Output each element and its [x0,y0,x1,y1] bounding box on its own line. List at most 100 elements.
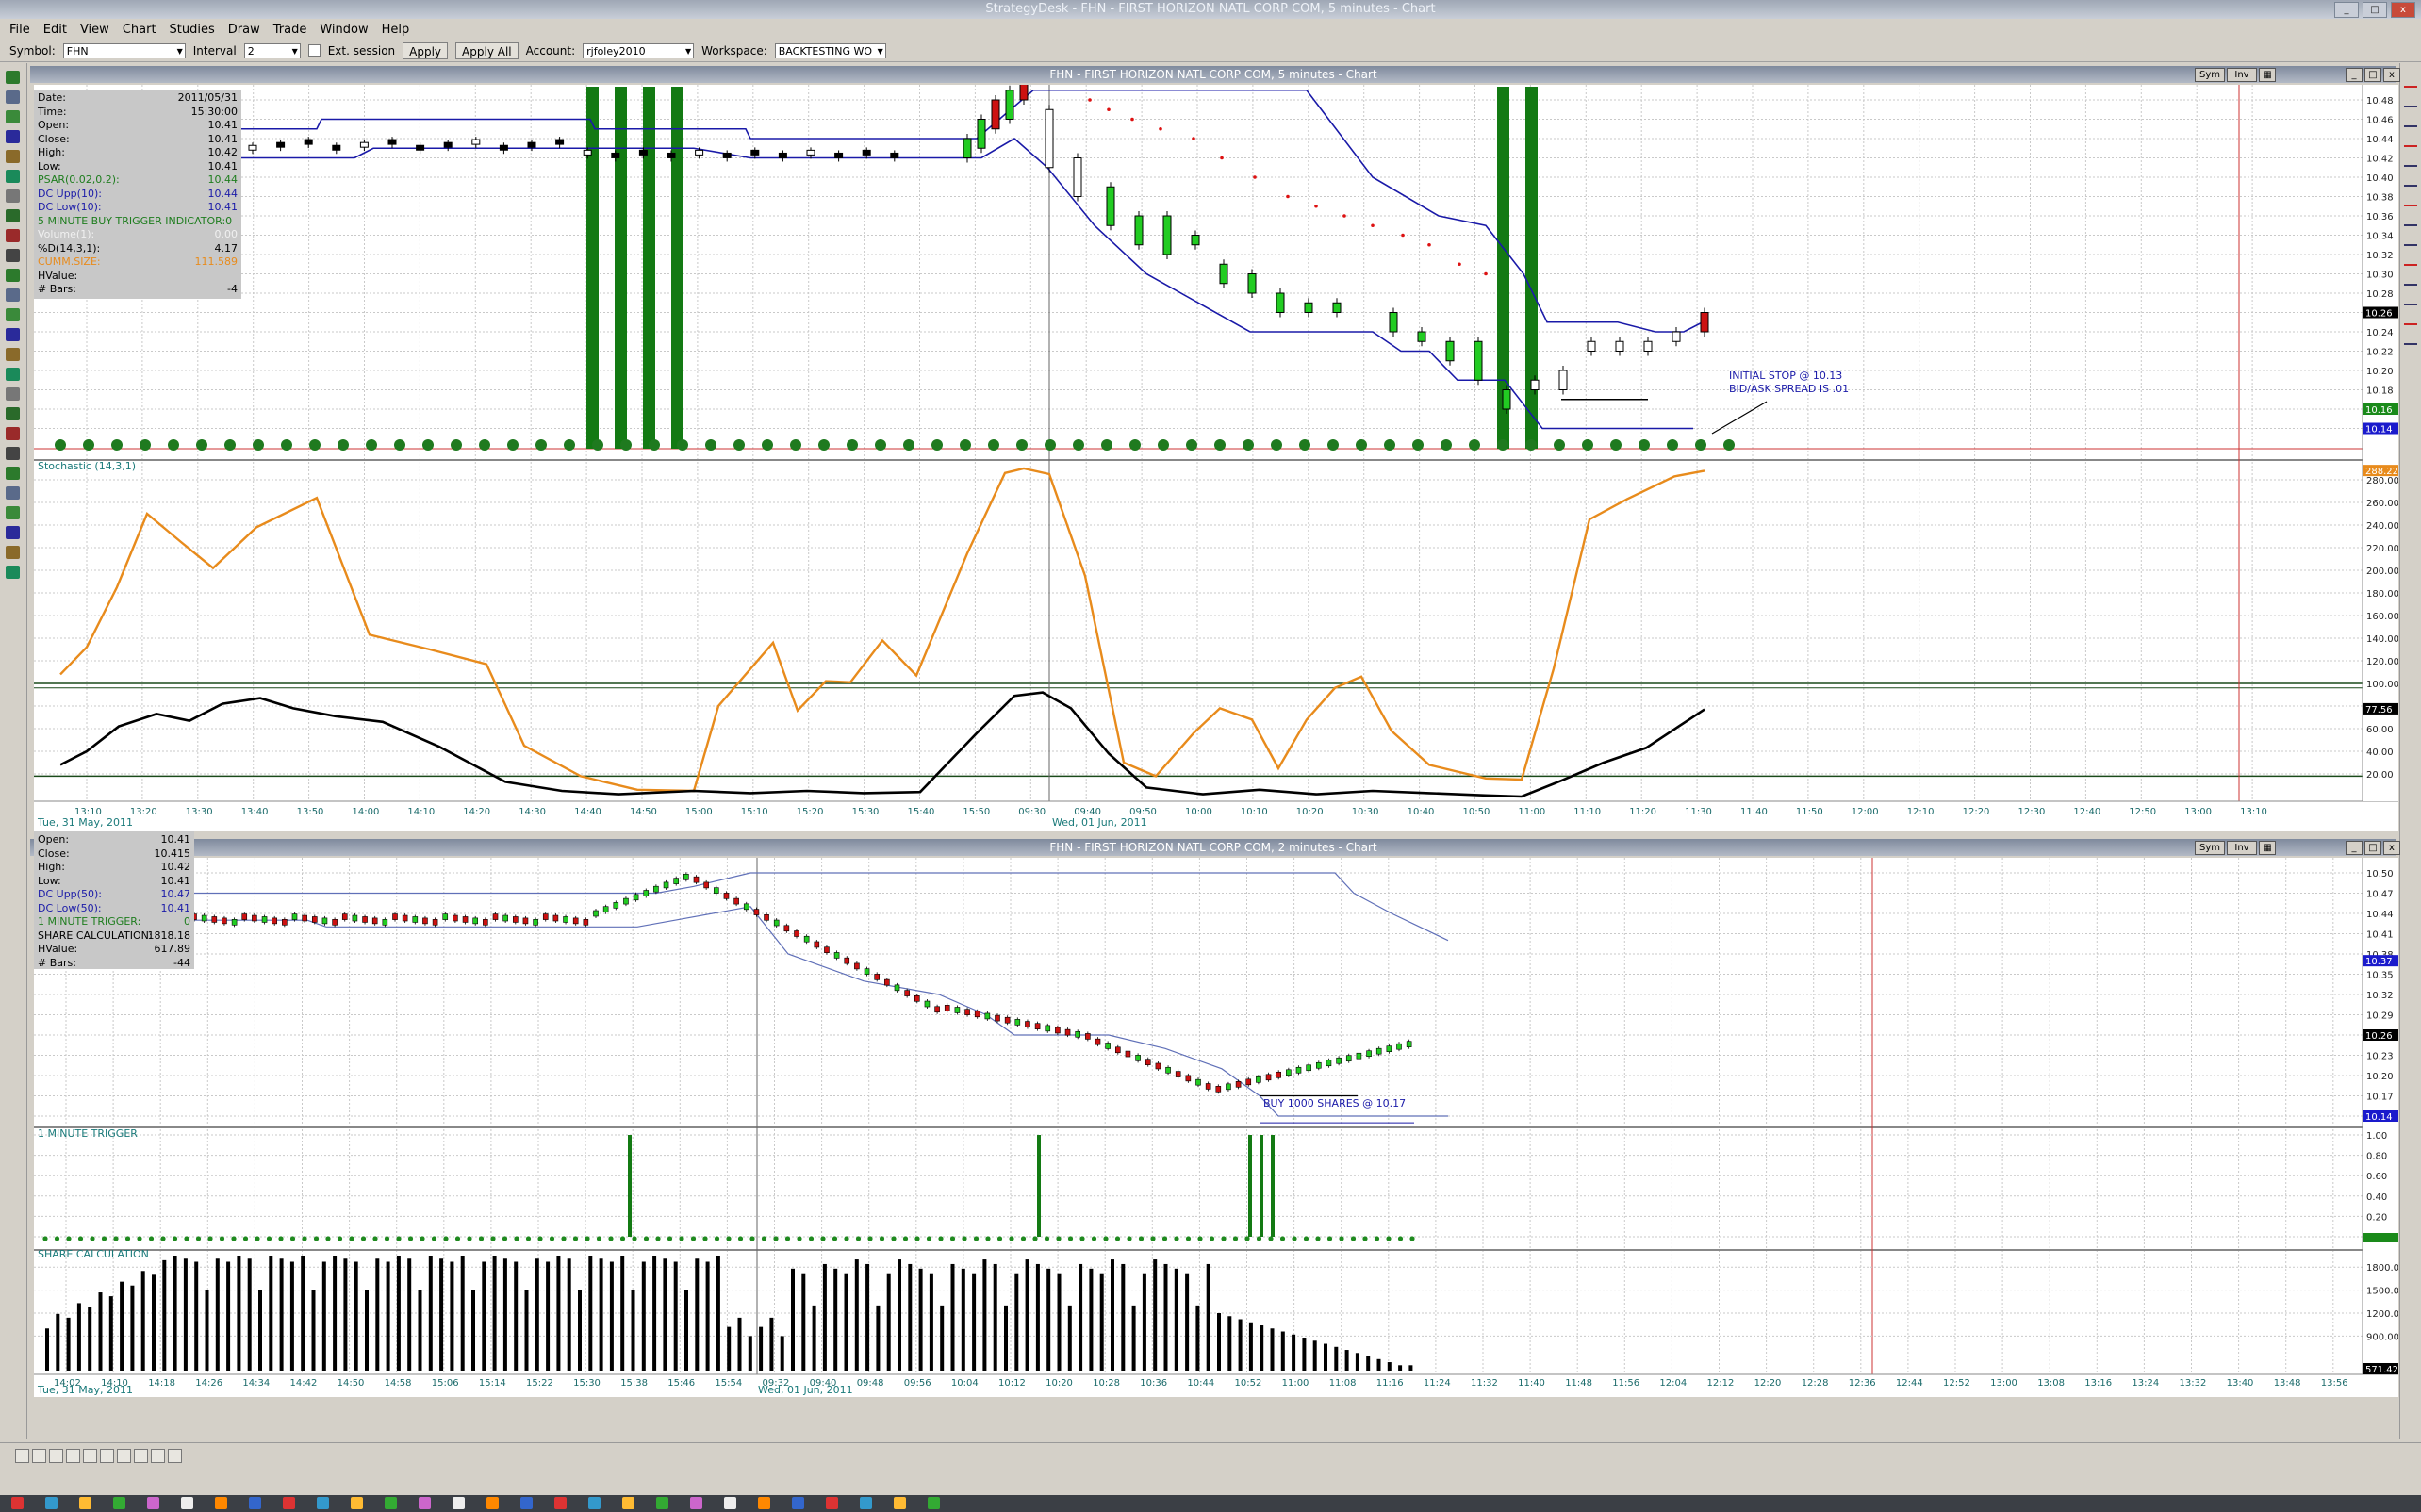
chevron-down-icon[interactable]: ▼ [878,44,883,59]
taskbar-app-icon[interactable] [351,1497,363,1509]
chart-tool-icon[interactable] [2404,292,2417,305]
chart1-close-button[interactable]: x [2383,68,2400,82]
drawing-tool-icon[interactable] [6,407,20,420]
taskbar-app-icon[interactable] [724,1497,736,1509]
menu-studies[interactable]: Studies [170,23,215,37]
drawing-tool-icon[interactable] [6,110,20,123]
drawing-tool-icon[interactable] [6,209,20,222]
taskbar-app-icon[interactable] [792,1497,804,1509]
maximize-button[interactable]: □ [2363,2,2387,18]
menu-view[interactable]: View [80,23,109,37]
taskbar-app-icon[interactable] [283,1497,295,1509]
drawing-tool-icon[interactable] [6,249,20,262]
chart-tool-icon[interactable] [2404,74,2417,88]
taskbar-app-icon[interactable] [588,1497,601,1509]
drawing-tool-icon[interactable] [6,229,20,242]
status-tool-icon[interactable] [49,1449,63,1463]
chart2-restore-button[interactable]: □ [2364,841,2381,855]
drawing-tool-icon[interactable] [6,150,20,163]
chart1-minimize-button[interactable]: _ [2346,68,2363,82]
workspace-select[interactable]: BACKTESTING WO ▼ [774,42,886,59]
taskbar-app-icon[interactable] [79,1497,91,1509]
apply-button[interactable]: Apply [403,41,449,59]
drawing-tool-icon[interactable] [6,348,20,361]
chart1-canvas[interactable]: 10.48 10.46 10.44 10.42 10.40 10.38 10.36 10.34… [34,85,2398,831]
drawing-tool-icon[interactable] [6,387,20,401]
drawing-tool-icon[interactable] [6,308,20,321]
taskbar-app-icon[interactable] [656,1497,668,1509]
drawing-tool-icon[interactable] [6,170,20,183]
chart1-inv-button[interactable]: Inv [2227,68,2257,82]
account-select[interactable]: rjfoley2010 ▼ [583,42,695,59]
taskbar-app-icon[interactable] [622,1497,634,1509]
menu-window[interactable]: Window [320,23,368,37]
taskbar-app-icon[interactable] [894,1497,906,1509]
taskbar-app-icon[interactable] [11,1497,24,1509]
chart-tool-icon[interactable] [2404,233,2417,246]
ext-session-checkbox[interactable] [307,44,321,57]
chevron-down-icon[interactable]: ▼ [177,44,183,59]
taskbar-app-icon[interactable] [860,1497,872,1509]
drawing-tool-icon[interactable] [6,486,20,500]
chart1-grid-icon[interactable]: ▦ [2259,68,2276,82]
chart2-grid-icon[interactable]: ▦ [2259,841,2276,855]
drawing-tool-icon[interactable] [6,71,20,84]
menu-edit[interactable]: Edit [43,23,67,37]
chart2-canvas[interactable]: 10.5010.4710.4410.4110.3810.3510.3210.29… [34,858,2398,1397]
chart-tool-icon[interactable] [2404,94,2417,107]
status-tool-icon[interactable] [15,1449,29,1463]
chart-tool-icon[interactable] [2404,114,2417,127]
drawing-tool-icon[interactable] [6,189,20,203]
drawing-tool-icon[interactable] [6,368,20,381]
status-tool-icon[interactable] [151,1449,165,1463]
chart-tool-icon[interactable] [2404,173,2417,187]
drawing-tool-icon[interactable] [6,288,20,302]
chart-tool-icon[interactable] [2404,312,2417,325]
drawing-tool-icon[interactable] [6,447,20,460]
taskbar-app-icon[interactable] [45,1497,58,1509]
apply-all-button[interactable]: Apply All [455,41,519,59]
interval-select[interactable]: 2 ▼ [243,42,301,59]
status-tool-icon[interactable] [117,1449,131,1463]
chart-tool-icon[interactable] [2404,213,2417,226]
status-tool-icon[interactable] [134,1449,148,1463]
menu-chart[interactable]: Chart [123,23,156,37]
menu-file[interactable]: File [9,23,30,37]
drawing-tool-icon[interactable] [6,269,20,282]
taskbar-app-icon[interactable] [249,1497,261,1509]
taskbar-app-icon[interactable] [554,1497,567,1509]
chevron-down-icon[interactable]: ▼ [292,44,298,59]
taskbar-app-icon[interactable] [520,1497,533,1509]
drawing-tool-icon[interactable] [6,506,20,519]
status-tool-icon[interactable] [100,1449,114,1463]
close-button[interactable]: x [2391,2,2415,18]
taskbar-app-icon[interactable] [113,1497,125,1509]
taskbar-app-icon[interactable] [928,1497,940,1509]
status-tool-icon[interactable] [83,1449,97,1463]
minimize-button[interactable]: _ [2334,2,2359,18]
menu-trade[interactable]: Trade [273,23,307,37]
drawing-tool-icon[interactable] [6,566,20,579]
taskbar-app-icon[interactable] [758,1497,770,1509]
status-tool-icon[interactable] [32,1449,46,1463]
drawing-tool-icon[interactable] [6,427,20,440]
taskbar-app-icon[interactable] [215,1497,227,1509]
chart2-sym-button[interactable]: Sym [2195,841,2225,855]
taskbar-app-icon[interactable] [486,1497,499,1509]
drawing-tool-icon[interactable] [6,467,20,480]
chart2-close-button[interactable]: x [2383,841,2400,855]
chart1-restore-button[interactable]: □ [2364,68,2381,82]
taskbar-app-icon[interactable] [826,1497,838,1509]
drawing-tool-icon[interactable] [6,526,20,539]
taskbar-app-icon[interactable] [181,1497,193,1509]
drawing-tool-icon[interactable] [6,328,20,341]
chart1-sym-button[interactable]: Sym [2195,68,2225,82]
drawing-tool-icon[interactable] [6,130,20,143]
chart-tool-icon[interactable] [2404,193,2417,206]
menu-draw[interactable]: Draw [228,23,260,37]
taskbar-app-icon[interactable] [317,1497,329,1509]
taskbar-app-icon[interactable] [690,1497,702,1509]
symbol-input[interactable]: FHN ▼ [62,42,186,59]
chevron-down-icon[interactable]: ▼ [685,44,691,59]
taskbar-app-icon[interactable] [385,1497,397,1509]
